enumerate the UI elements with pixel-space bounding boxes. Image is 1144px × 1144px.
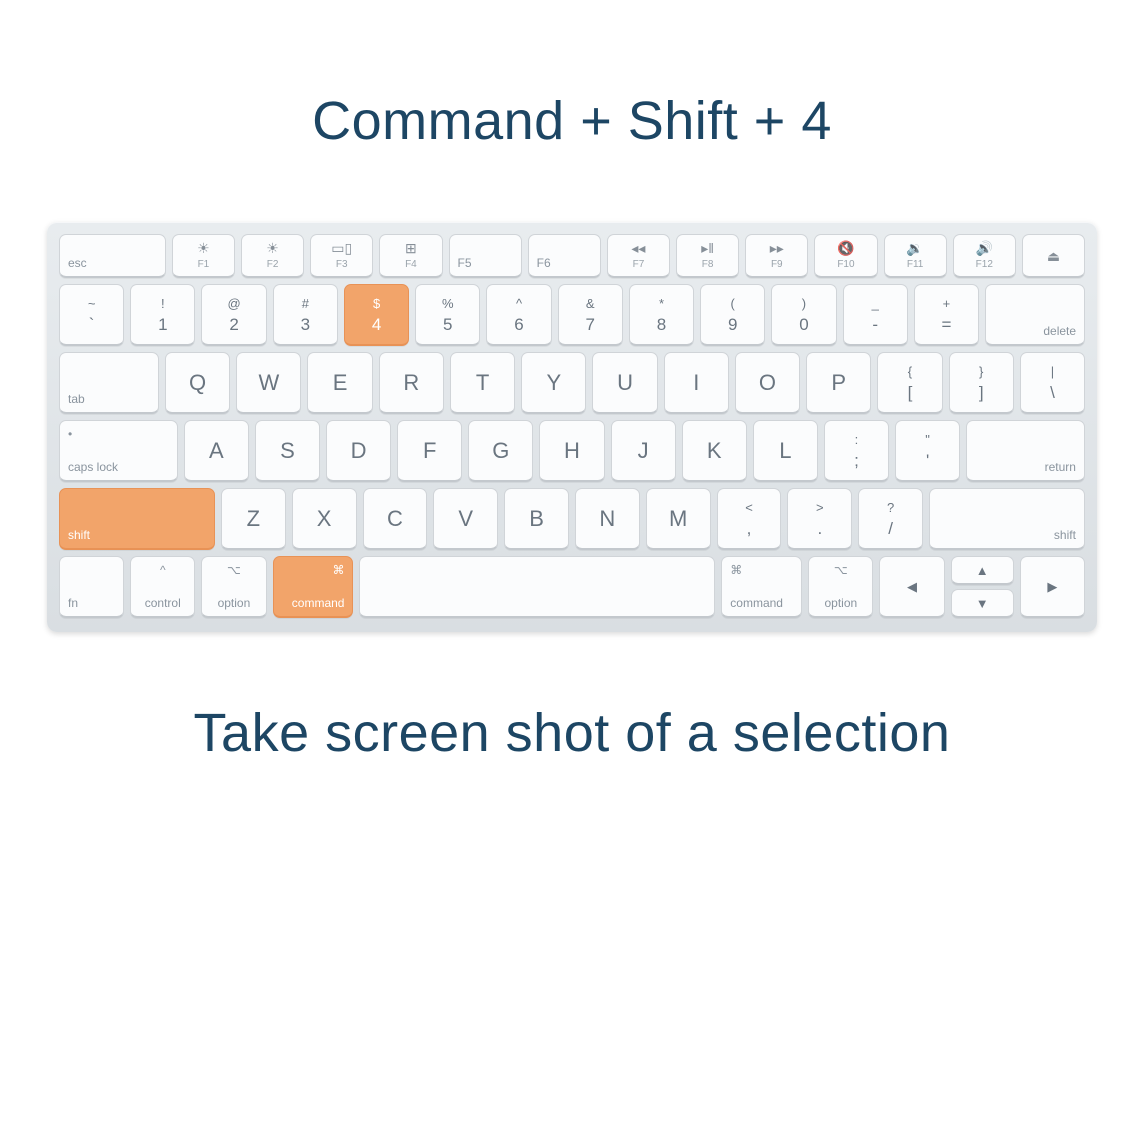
key-o[interactable]: O xyxy=(735,352,800,414)
key-f2[interactable]: ☀F2 xyxy=(241,234,304,278)
key-r[interactable]: R xyxy=(379,352,444,414)
key-x[interactable]: X xyxy=(292,488,357,550)
shortcut-description: Take screen shot of a selection xyxy=(194,702,951,764)
key-q[interactable]: Q xyxy=(165,352,230,414)
key-7[interactable]: &7 xyxy=(558,284,623,346)
key-2[interactable]: @2 xyxy=(201,284,266,346)
key-v[interactable]: V xyxy=(433,488,498,550)
key-3[interactable]: #3 xyxy=(273,284,338,346)
key-f[interactable]: F xyxy=(397,420,462,482)
key-command[interactable]: ⌘command xyxy=(721,556,802,618)
key-k[interactable]: K xyxy=(682,420,747,482)
key-[interactable]: }] xyxy=(949,352,1014,414)
key-e[interactable]: E xyxy=(307,352,372,414)
key-▲[interactable]: ▲ xyxy=(951,556,1014,585)
key-return[interactable]: return xyxy=(966,420,1085,482)
key-shift[interactable]: shift xyxy=(59,488,215,550)
key-delete[interactable]: delete xyxy=(985,284,1085,346)
key-[interactable]: >. xyxy=(787,488,852,550)
key-h[interactable]: H xyxy=(539,420,604,482)
key-[interactable]: ~` xyxy=(59,284,124,346)
key-[interactable]: {[ xyxy=(877,352,942,414)
key-space[interactable] xyxy=(359,556,715,618)
key-◀[interactable]: ◀ xyxy=(879,556,944,618)
key-caps-lock[interactable]: •caps lock xyxy=(59,420,178,482)
key-u[interactable]: U xyxy=(592,352,657,414)
key-[interactable]: ?/ xyxy=(858,488,923,550)
key-[interactable]: |\ xyxy=(1020,352,1085,414)
key-z[interactable]: Z xyxy=(221,488,286,550)
key-c[interactable]: C xyxy=(363,488,428,550)
key-shift[interactable]: shift xyxy=(929,488,1085,550)
key-fn-special[interactable]: ⏏ xyxy=(1022,234,1085,278)
arrow-updown-group: ▲▼ xyxy=(951,556,1014,618)
key-f12[interactable]: 🔊F12 xyxy=(953,234,1016,278)
key-[interactable]: :; xyxy=(824,420,889,482)
key-f5[interactable]: F5 xyxy=(449,234,522,278)
key-b[interactable]: B xyxy=(504,488,569,550)
key-4[interactable]: $4 xyxy=(344,284,409,346)
shortcut-title: Command + Shift + 4 xyxy=(312,90,832,152)
key-f4[interactable]: ⊞F4 xyxy=(379,234,442,278)
key-esc[interactable]: esc xyxy=(59,234,166,278)
key-command[interactable]: ⌘command xyxy=(273,556,354,618)
key-option[interactable]: ⌥option xyxy=(201,556,266,618)
row-fn: esc☀F1☀F2▭▯F3⊞F4F5F6◂◂F7▸‖F8▸▸F9🔇F10🔉F11… xyxy=(59,234,1085,278)
key-1[interactable]: !1 xyxy=(130,284,195,346)
key-s[interactable]: S xyxy=(255,420,320,482)
key-w[interactable]: W xyxy=(236,352,301,414)
key-8[interactable]: *8 xyxy=(629,284,694,346)
key-t[interactable]: T xyxy=(450,352,515,414)
key-9[interactable]: (9 xyxy=(700,284,765,346)
key-f3[interactable]: ▭▯F3 xyxy=(310,234,373,278)
key-y[interactable]: Y xyxy=(521,352,586,414)
row-mod: fn^control⌥option⌘command⌘command⌥option… xyxy=(59,556,1085,618)
key-6[interactable]: ^6 xyxy=(486,284,551,346)
key-f6[interactable]: F6 xyxy=(528,234,601,278)
row-home: •caps lockASDFGHJKL:;"'return xyxy=(59,420,1085,482)
key-g[interactable]: G xyxy=(468,420,533,482)
row-qwerty: tabQWERTYUIOP{[}]|\ xyxy=(59,352,1085,414)
key-f1[interactable]: ☀F1 xyxy=(172,234,235,278)
key-[interactable]: += xyxy=(914,284,979,346)
key-control[interactable]: ^control xyxy=(130,556,195,618)
key-option[interactable]: ⌥option xyxy=(808,556,873,618)
key-[interactable]: "' xyxy=(895,420,960,482)
row-numbers: ~`!1@2#3$4%5^6&7*8(9)0_-+=delete xyxy=(59,284,1085,346)
key-f11[interactable]: 🔉F11 xyxy=(884,234,947,278)
key-[interactable]: <, xyxy=(717,488,782,550)
key-l[interactable]: L xyxy=(753,420,818,482)
key-a[interactable]: A xyxy=(184,420,249,482)
keyboard: esc☀F1☀F2▭▯F3⊞F4F5F6◂◂F7▸‖F8▸▸F9🔇F10🔉F11… xyxy=(47,222,1097,632)
key-f9[interactable]: ▸▸F9 xyxy=(745,234,808,278)
key-fn[interactable]: fn xyxy=(59,556,124,618)
key-▼[interactable]: ▼ xyxy=(951,589,1014,618)
key-d[interactable]: D xyxy=(326,420,391,482)
row-shift: shiftZXCVBNM<,>.?/shift xyxy=(59,488,1085,550)
key-n[interactable]: N xyxy=(575,488,640,550)
key-0[interactable]: )0 xyxy=(771,284,836,346)
key-f8[interactable]: ▸‖F8 xyxy=(676,234,739,278)
key-m[interactable]: M xyxy=(646,488,711,550)
key-5[interactable]: %5 xyxy=(415,284,480,346)
key-f7[interactable]: ◂◂F7 xyxy=(607,234,670,278)
key-f10[interactable]: 🔇F10 xyxy=(814,234,877,278)
key-j[interactable]: J xyxy=(611,420,676,482)
key-▶[interactable]: ▶ xyxy=(1020,556,1085,618)
key-p[interactable]: P xyxy=(806,352,871,414)
key-tab[interactable]: tab xyxy=(59,352,159,414)
key-i[interactable]: I xyxy=(664,352,729,414)
key-[interactable]: _- xyxy=(843,284,908,346)
